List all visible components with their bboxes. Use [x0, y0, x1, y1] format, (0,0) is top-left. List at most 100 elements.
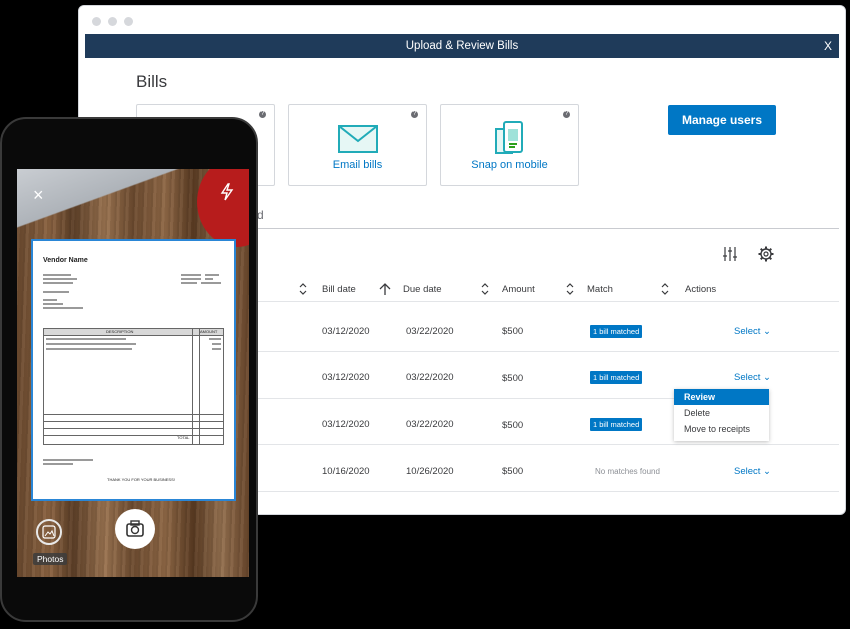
capture-button[interactable] [115, 509, 155, 549]
row-divider [257, 351, 839, 352]
window-dot-3[interactable] [124, 17, 133, 26]
photos-label: Photos [33, 553, 68, 565]
doc-text-line [209, 338, 221, 340]
match-badge[interactable]: 1 bill matched [590, 418, 643, 431]
arrow-up-icon[interactable] [379, 282, 391, 296]
help-icon[interactable]: ? [259, 111, 266, 118]
amount-header: AMOUNT [200, 329, 218, 334]
row-divider [257, 491, 839, 492]
email-bills-card[interactable]: ? Email bills [288, 104, 427, 186]
window-dot-2[interactable] [108, 17, 117, 26]
select-action[interactable]: Select ⌄ [734, 326, 771, 337]
snap-on-mobile-card[interactable]: ? Snap on mobile [440, 104, 579, 186]
amount-cell: $500 [502, 466, 524, 477]
chevron-down-icon: ⌄ [763, 326, 772, 337]
doc-text-line [43, 459, 93, 461]
scanned-invoice: Vendor Name DESCRIPTION AMOUNT TOTAL THA… [31, 239, 236, 501]
bill-date-cell: 03/12/2020 [322, 372, 370, 383]
due-date-cell: 10/26/2020 [406, 466, 454, 477]
select-label: Select [734, 466, 761, 477]
invoice-table: DESCRIPTION AMOUNT TOTAL [43, 328, 224, 445]
doc-text-line [205, 274, 219, 276]
sort-icon[interactable] [565, 282, 575, 296]
vendor-name: Vendor Name [43, 257, 88, 264]
filter-sliders-icon[interactable] [722, 246, 738, 262]
due-date-cell: 03/22/2020 [406, 326, 454, 337]
window-dot-1[interactable] [92, 17, 101, 26]
select-action[interactable]: Select ⌄ [734, 372, 771, 383]
image-gallery-icon [42, 525, 56, 539]
sort-icon[interactable] [660, 282, 670, 296]
total-label: TOTAL [177, 435, 190, 440]
doc-text-line [43, 291, 69, 293]
invoice-table-header [44, 329, 223, 336]
amount-cell: $500 [502, 326, 524, 337]
invoice-table-column [192, 329, 193, 444]
sort-icon[interactable] [298, 282, 308, 296]
match-badge[interactable]: 1 bill matched [590, 371, 643, 384]
bill-date-cell: 03/12/2020 [322, 419, 370, 430]
flash-icon[interactable] [220, 183, 234, 201]
doc-text-line [181, 282, 197, 284]
doc-text-line [46, 343, 136, 345]
bill-date-cell: 10/16/2020 [322, 466, 370, 477]
no-match-text: No matches found [595, 467, 660, 476]
email-bills-label: Email bills [332, 159, 383, 171]
invoice-table-row [44, 421, 223, 422]
tab-divider [257, 228, 839, 229]
photos-button[interactable] [36, 519, 62, 545]
amount-cell: $500 [502, 373, 524, 384]
chevron-down-icon: ⌄ [763, 372, 772, 383]
email-icon [337, 125, 378, 153]
camera-icon [126, 520, 144, 537]
invoice-table-row [44, 414, 223, 415]
doc-text-line [43, 307, 83, 309]
select-label: Select [734, 326, 761, 337]
doc-text-line [43, 463, 73, 465]
manage-users-button[interactable]: Manage users [668, 105, 776, 135]
browser-chrome [79, 6, 845, 34]
doc-text-line [46, 338, 126, 340]
invoice-table-column [199, 329, 200, 444]
mobile-phone: × Vendor Name DESCRIPTION AMOUNT TOTAL T… [0, 117, 258, 622]
doc-text-line [212, 348, 221, 350]
mobile-snap-icon [494, 121, 523, 154]
help-icon[interactable]: ? [411, 111, 418, 118]
invoice-table-row [44, 428, 223, 429]
invoice-table-row [44, 435, 223, 436]
doc-text-line [43, 303, 63, 305]
select-action[interactable]: Select ⌄ [734, 466, 771, 477]
row-divider [257, 398, 739, 399]
column-header-due-date[interactable]: Due date [403, 284, 442, 295]
tab-label-fragment[interactable]: d [257, 208, 264, 222]
doc-text-line [43, 278, 77, 280]
doc-text-line [212, 343, 221, 345]
menu-item-delete[interactable]: Delete [674, 405, 769, 421]
menu-item-move-to-receipts[interactable]: Move to receipts [674, 421, 769, 437]
column-header-match[interactable]: Match [587, 284, 613, 295]
due-date-cell: 03/22/2020 [406, 372, 454, 383]
help-icon[interactable]: ? [563, 111, 570, 118]
close-camera-button[interactable]: × [33, 185, 44, 206]
description-header: DESCRIPTION [106, 329, 134, 334]
row-divider [257, 444, 839, 445]
column-header-actions: Actions [685, 284, 717, 295]
menu-item-review[interactable]: Review [674, 389, 769, 405]
doc-text-line [201, 282, 221, 284]
bill-date-cell: 03/12/2020 [322, 326, 370, 337]
gear-icon[interactable] [758, 246, 774, 262]
dialog-titlebar: Upload & Review Bills X [85, 34, 839, 58]
header-divider [257, 301, 839, 302]
action-dropdown-menu: Review Delete Move to receipts [674, 389, 769, 441]
column-header-bill-date[interactable]: Bill date [322, 284, 356, 295]
doc-text-line [43, 274, 71, 276]
close-button[interactable]: X [824, 34, 832, 58]
select-label: Select [734, 372, 761, 383]
doc-text-line [205, 278, 213, 280]
doc-text-line [46, 348, 132, 350]
amount-cell: $500 [502, 420, 524, 431]
sort-icon[interactable] [480, 282, 490, 296]
due-date-cell: 03/22/2020 [406, 419, 454, 430]
match-badge[interactable]: 1 bill matched [590, 325, 643, 338]
column-header-amount[interactable]: Amount [502, 284, 535, 295]
